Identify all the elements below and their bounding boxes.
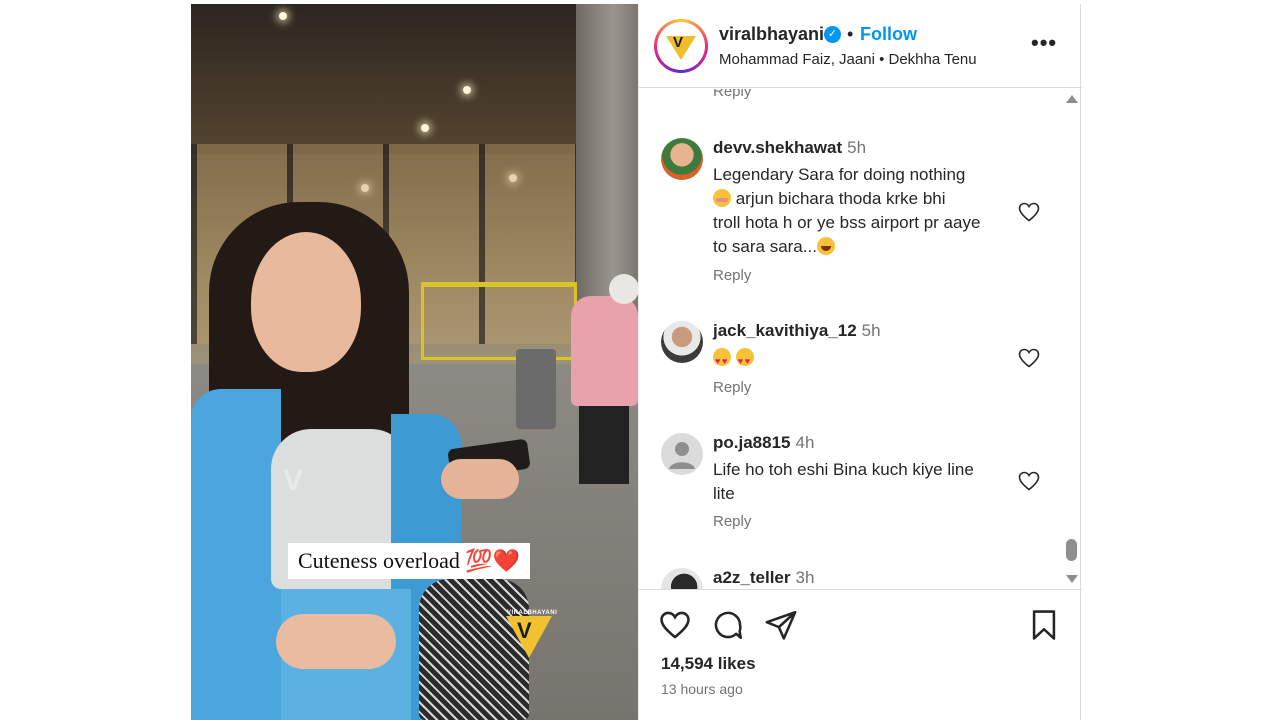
logo-letter: V <box>673 34 684 51</box>
comment-time: 4h <box>795 433 815 452</box>
comment-line: arjun bichara thoda krke bhi <box>713 187 1013 211</box>
share-icon[interactable] <box>764 608 798 642</box>
avatar-inner: V <box>657 22 705 70</box>
laughing-face-icon <box>816 237 835 255</box>
woman-hand <box>276 614 396 669</box>
post-video[interactable]: V Cuteness overload 💯❤️ VIRALBHAYANI V <box>191 4 638 720</box>
heart-eyes-icon <box>735 348 754 373</box>
trash-bin <box>516 349 556 429</box>
profile-avatar[interactable]: V <box>654 19 708 73</box>
commenter-avatar[interactable] <box>661 321 703 363</box>
watermark-logo-letter: V <box>517 618 532 643</box>
comments-list[interactable]: Reply devv.shekhawat 5h Legendary Sara fo… <box>639 89 1082 589</box>
comment-line-text: to sara sara... <box>713 237 817 256</box>
comment-line: Legendary Sara for doing nothing <box>713 165 966 184</box>
heart-eyes-icon <box>713 348 731 373</box>
blue-jacket-left <box>191 389 281 720</box>
background-person-head <box>609 274 638 304</box>
reply-button[interactable]: Reply <box>713 267 751 284</box>
comment-username[interactable]: po.ja8815 4h <box>713 433 814 453</box>
comment-time: 3h <box>795 568 815 587</box>
scroll-up-icon[interactable] <box>1066 95 1078 103</box>
comment-username[interactable]: jack_kavithiya_12 5h <box>713 321 881 341</box>
comment-username-text[interactable]: po.ja8815 <box>713 433 791 452</box>
flushed-face-icon <box>713 189 731 207</box>
comment-time: 5h <box>847 138 867 157</box>
comment-username-text[interactable]: a2z_teller <box>713 568 791 587</box>
post-side-panel: V viralbhayani ✓ • Follow Mohammad Faiz,… <box>638 4 1082 720</box>
heart-icon[interactable] <box>1017 469 1041 493</box>
ceiling-light <box>421 124 429 132</box>
scroll-down-icon[interactable] <box>1066 575 1078 583</box>
follow-button[interactable]: Follow <box>860 24 917 45</box>
comment-line: Life ho toh eshi Bina kuch kiye line <box>713 460 974 479</box>
ceiling-light <box>463 86 471 94</box>
woman-face <box>251 232 361 372</box>
comment-username[interactable]: devv.shekhawat 5h <box>713 138 866 158</box>
reply-button[interactable]: Reply <box>713 379 751 396</box>
comment-text <box>713 346 1013 373</box>
reply-button[interactable]: Reply <box>713 513 751 530</box>
background-person-legs <box>579 404 629 484</box>
comment-username[interactable]: a2z_teller 3h <box>713 568 814 588</box>
yellow-railing <box>421 282 577 360</box>
comment-line-text: arjun bichara thoda krke bhi <box>731 189 946 208</box>
post-header: V viralbhayani ✓ • Follow Mohammad Faiz,… <box>639 4 1082 88</box>
comment-time: 5h <box>861 321 881 340</box>
heart-icon[interactable] <box>1017 200 1041 224</box>
comment-text: Legendary Sara for doing nothing arjun b… <box>713 163 1013 259</box>
commenter-avatar[interactable] <box>661 568 703 589</box>
comment-icon[interactable] <box>711 608 745 642</box>
scrollbar-thumb[interactable] <box>1066 539 1077 561</box>
comment-text: Life ho toh eshi Bina kuch kiye line lit… <box>713 458 1013 506</box>
comment-username-text[interactable]: devv.shekhawat <box>713 138 842 157</box>
default-avatar-icon[interactable] <box>661 433 703 475</box>
comment-username-text[interactable]: jack_kavithiya_12 <box>713 321 857 340</box>
post-username[interactable]: viralbhayani <box>719 24 824 45</box>
ceiling <box>191 4 638 154</box>
video-caption: Cuteness overload 💯❤️ <box>288 543 531 579</box>
like-heart-icon[interactable] <box>658 608 692 642</box>
ceiling-light <box>279 12 287 20</box>
comment-line: lite <box>713 484 735 503</box>
more-options-icon[interactable]: ••• <box>1031 30 1057 56</box>
woman-hand-holding-phone <box>441 459 519 499</box>
commenter-avatar[interactable] <box>661 138 703 180</box>
separator-dot: • <box>847 24 854 44</box>
bookmark-icon[interactable] <box>1027 608 1061 642</box>
post-actions: 14,594 likes 13 hours ago <box>639 589 1082 720</box>
audio-attribution[interactable]: Mohammad Faiz, Jaani • Dekhha Tenu <box>719 51 977 68</box>
heart-icon[interactable] <box>1017 346 1041 370</box>
instagram-post: V Cuteness overload 💯❤️ VIRALBHAYANI V V… <box>191 4 1082 720</box>
comment-line: to sara sara... <box>713 235 1013 259</box>
comment-line: troll hota h or ye bss airport pr aaye <box>713 213 981 232</box>
post-timestamp: 13 hours ago <box>661 681 743 697</box>
likes-count[interactable]: 14,594 likes <box>661 654 756 674</box>
faint-watermark-logo: V <box>283 464 304 497</box>
background-person <box>571 296 638 406</box>
verified-badge-icon: ✓ <box>824 26 841 43</box>
reply-button[interactable]: Reply <box>713 89 751 100</box>
